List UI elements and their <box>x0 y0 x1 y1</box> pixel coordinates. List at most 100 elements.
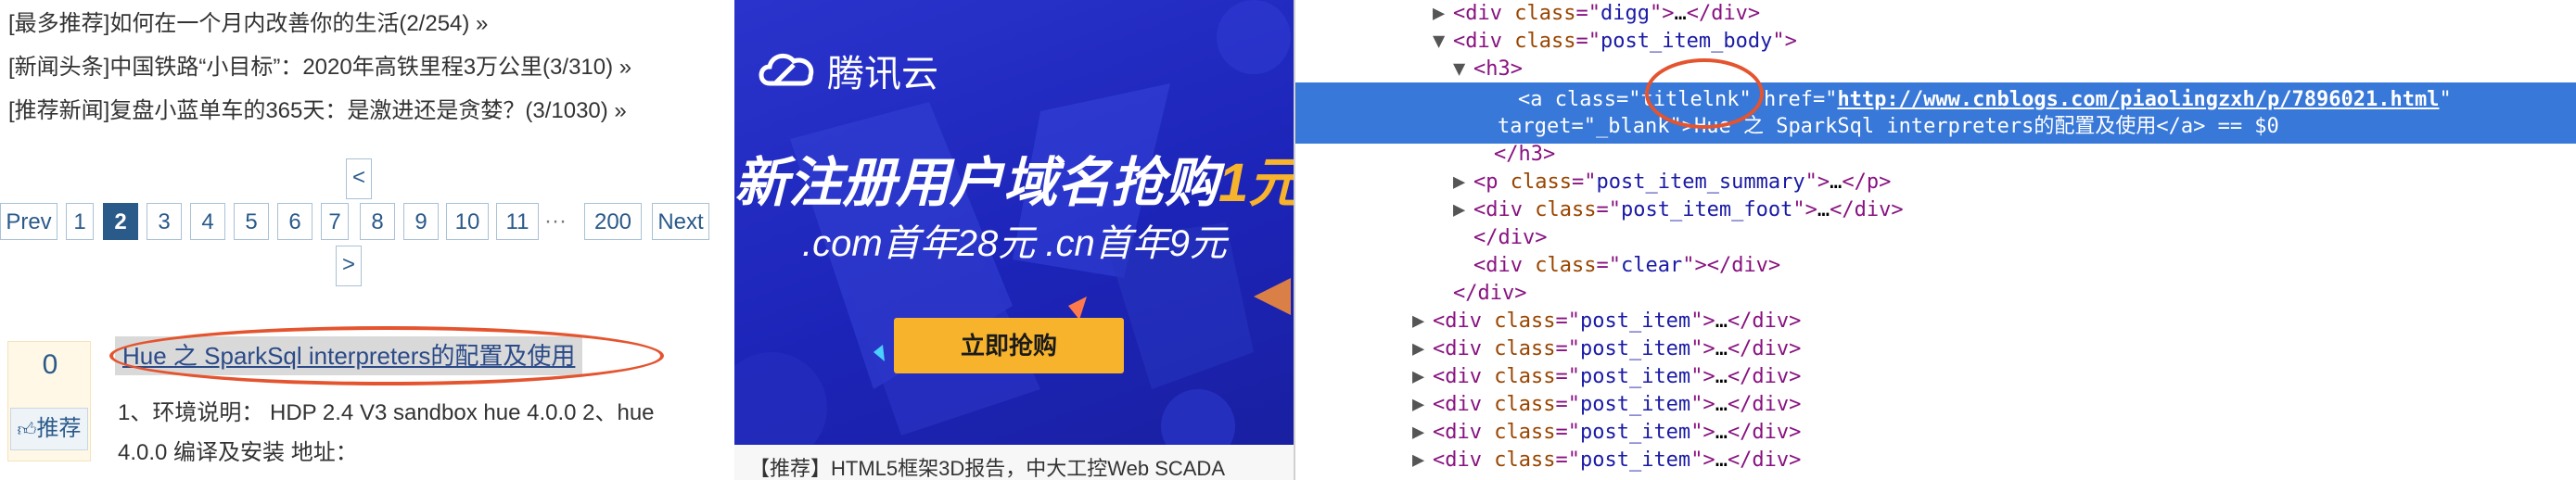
dom-node-line[interactable]: ▶ <div class="digg">…</div> <box>1433 0 1760 28</box>
pager-page-11[interactable]: 11 <box>496 203 539 240</box>
pager-page-current[interactable]: 2 <box>103 203 138 240</box>
code-token: </h3> <box>1494 143 1556 166</box>
code-token: =" <box>1596 254 1621 277</box>
expand-triangle-icon[interactable]: ▶ <box>1453 196 1473 224</box>
pager-page-10[interactable]: 10 <box>446 203 489 240</box>
pager-page-4[interactable]: 4 <box>190 203 225 240</box>
expand-triangle-icon[interactable]: ▶ <box>1412 335 1433 363</box>
code-token: =" <box>1575 2 1600 25</box>
expand-triangle-icon[interactable]: ▶ <box>1412 419 1433 447</box>
collapse-triangle-icon[interactable]: ▼ <box>1453 56 1473 83</box>
code-token: post_item <box>1579 448 1691 472</box>
annotation-ellipse-class <box>1645 58 1764 129</box>
dom-node-line[interactable]: ▶ <p class="post_item_summary">…</p> <box>1453 169 1891 196</box>
dom-node-line[interactable]: </div> <box>1453 224 1547 252</box>
code-token: … <box>1830 171 1843 194</box>
code-token: <div <box>1473 254 1536 277</box>
pager-page-9[interactable]: 9 <box>403 203 439 240</box>
pager-page-5[interactable]: 5 <box>234 203 269 240</box>
code-token: class <box>1494 309 1556 333</box>
dom-node-line[interactable]: ▼ <div class="post_item_body"> <box>1433 28 1797 56</box>
ad-headline-price: 1元 <box>1218 153 1294 213</box>
code-token: =" <box>1575 30 1600 53</box>
dom-node-line[interactable]: ▶ <div class="post_item">…</div> <box>1412 447 1801 474</box>
code-token: <h3> <box>1473 57 1523 81</box>
dom-node-line[interactable]: ▶ <div class="post_item">…</div> <box>1412 335 1801 363</box>
dom-node-line[interactable]: ▶ <div class="post_item">…</div> <box>1412 419 1801 447</box>
code-token: post_item <box>1579 393 1691 416</box>
recommend-link-2[interactable]: [新闻头条]中国铁路“小目标”：2020年高铁里程3万公里(3/310) » <box>8 48 631 81</box>
code-token: <div <box>1433 448 1495 472</box>
code-token: =" <box>1555 309 1580 333</box>
code-token: =" <box>1555 448 1580 472</box>
dom-node-line[interactable]: <div class="clear"></div> <box>1453 252 1780 280</box>
pager-page-7[interactable]: 7 <box>321 203 349 240</box>
pager-page-8[interactable]: 8 <box>360 203 395 240</box>
dom-node-line[interactable]: ▼ <h3> <box>1453 56 1523 83</box>
expand-triangle-icon[interactable]: ▶ <box>1433 0 1453 28</box>
recommend-link-3[interactable]: [推荐新闻]复盘小蓝单车的365天：是激进还是贪婪？(3/1030) » <box>8 92 627 124</box>
annotation-ellipse <box>109 326 664 385</box>
code-token: =" <box>1555 365 1580 388</box>
dom-node-line[interactable]: ▶ <div class="post_item">…</div> <box>1412 308 1801 335</box>
selected-dom-node[interactable]: … <a class="titlelnk" href="http://www.c… <box>1295 82 2576 191</box>
pager-page-1[interactable]: 1 <box>66 203 94 240</box>
code-token: </div> <box>1727 365 1802 388</box>
expand-triangle-icon[interactable]: ▶ <box>1412 391 1433 419</box>
dom-node-line[interactable]: ▶ <div class="post_item">…</div> <box>1412 363 1801 391</box>
code-token: class <box>1494 337 1556 360</box>
code-token: class <box>1554 88 1616 111</box>
collapse-triangle-icon[interactable]: ▼ <box>1433 28 1453 56</box>
code-token: post_item <box>1579 309 1691 333</box>
pager-ellipsis: ··· <box>544 208 567 234</box>
pager-next-arrow[interactable]: > <box>336 246 362 286</box>
code-token: … <box>1715 309 1728 333</box>
pager-prev-button[interactable]: Prev <box>0 203 57 240</box>
digg-button[interactable]: 👍︎推荐 <box>10 408 88 450</box>
code-token: class <box>1494 365 1556 388</box>
code-token: =" <box>1596 198 1621 221</box>
pager-next-button[interactable]: Next <box>652 203 709 240</box>
code-token: _blank <box>1595 115 1670 138</box>
code-token: </p> <box>1842 171 1892 194</box>
dom-node-line[interactable]: ▶ <div class="post_item_foot">…</div> <box>1453 196 1904 224</box>
pager-page-6[interactable]: 6 <box>277 203 312 240</box>
expand-triangle-icon[interactable]: ▶ <box>1412 447 1433 474</box>
node-menu-dots[interactable]: … <box>1303 168 1315 191</box>
ad-banner[interactable]: 腾讯云 新注册用户域名抢购1元起 .com首年28元 .cn首年9元 立即抢购 <box>734 0 1294 480</box>
code-token: post_item <box>1579 365 1691 388</box>
ad-subline: .com首年28元 .cn首年9元 <box>802 223 1227 264</box>
code-token: class <box>1535 254 1597 277</box>
thumb-up-icon: 👍︎ <box>17 420 37 440</box>
code-token: <div <box>1473 198 1536 221</box>
dom-node-line[interactable]: </h3> <box>1473 141 1555 169</box>
digg-count: 0 <box>42 349 58 380</box>
code-token: … <box>1715 393 1728 416</box>
expand-triangle-icon[interactable]: ▶ <box>1412 363 1433 391</box>
code-token: </div> <box>1706 254 1781 277</box>
code-token: "> <box>1690 393 1715 416</box>
code-token: <a <box>1518 88 1555 111</box>
code-token: </div> <box>1473 226 1548 249</box>
expand-triangle-icon[interactable]: ▶ <box>1412 308 1433 335</box>
pager-prev-arrow[interactable]: < <box>346 158 372 199</box>
pager-page-3[interactable]: 3 <box>147 203 182 240</box>
code-token: "> <box>1690 365 1715 388</box>
code-token: … <box>1715 448 1728 472</box>
code-token: </div> <box>1727 421 1802 444</box>
code-token: "> <box>1690 309 1715 333</box>
dom-node-line[interactable]: ▶ <div class="post_item">…</div> <box>1412 391 1801 419</box>
ad-buy-button[interactable]: 立即抢购 <box>894 318 1124 373</box>
code-token: "> <box>1690 337 1715 360</box>
code-token: </a> <box>2156 115 2206 138</box>
expand-triangle-icon[interactable]: ▶ <box>1453 169 1473 196</box>
code-token: class <box>1494 421 1556 444</box>
ad-headline-pre: 新注册用户域名抢购 <box>734 153 1219 213</box>
ad-footer-text[interactable]: 【推荐】HTML5框架3D报告，中大工控Web SCADA <box>749 452 1225 480</box>
dom-node-line[interactable]: </div> <box>1433 280 1526 308</box>
code-token: "> <box>1804 171 1830 194</box>
recommend-link-1[interactable]: [最多推荐]如何在一个月内改善你的生活(2/254) » <box>8 5 488 37</box>
pager-page-last[interactable]: 200 <box>584 203 642 240</box>
href-link[interactable]: http://www.cnblogs.com/piaolingzxh/p/789… <box>1837 88 2439 111</box>
code-token: post_item <box>1579 421 1691 444</box>
